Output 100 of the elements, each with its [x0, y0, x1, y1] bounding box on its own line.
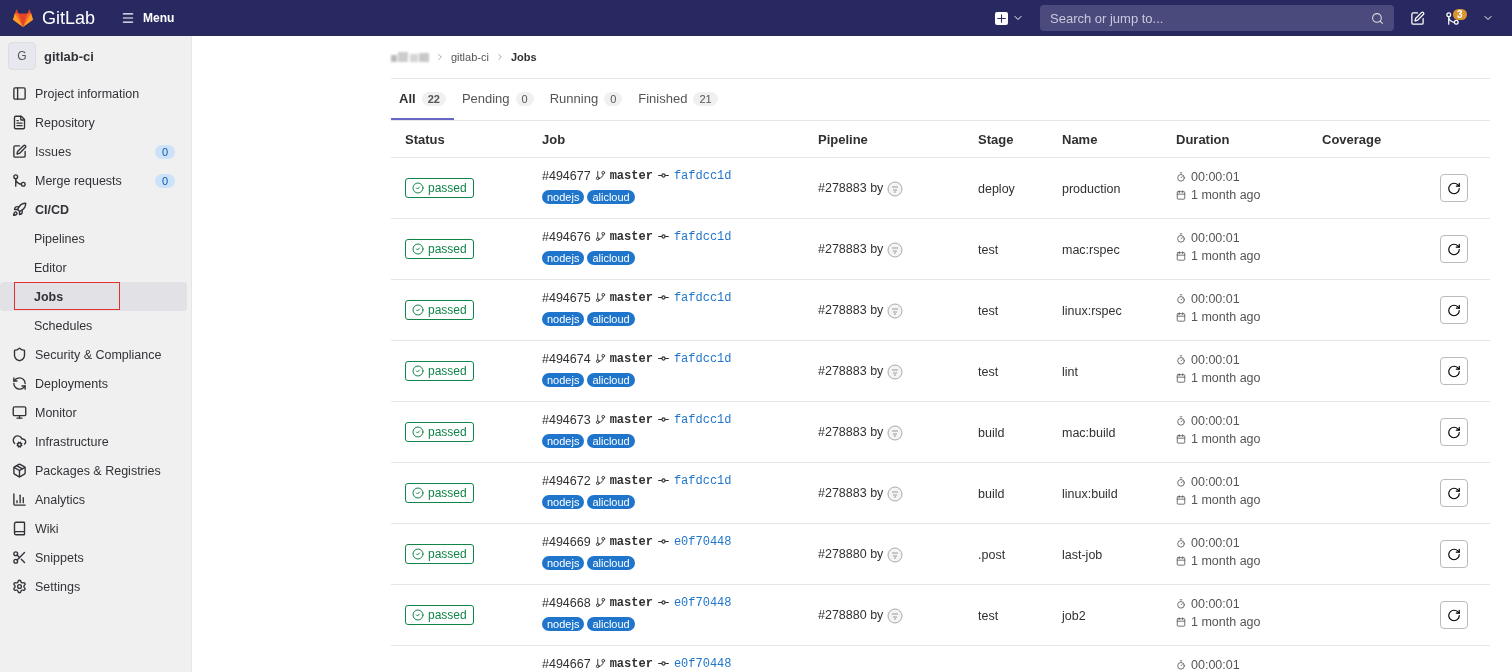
commit-link[interactable]: e0f70448 — [673, 595, 732, 610]
branch-name[interactable]: master — [609, 229, 653, 244]
branch-name[interactable]: master — [609, 534, 653, 549]
status-badge: passed — [405, 544, 474, 564]
job-link[interactable]: #494667 — [542, 656, 591, 671]
sidebar-item[interactable]: Infrastructure — [0, 427, 187, 456]
job-link[interactable]: #494668 — [542, 595, 591, 610]
sidebar-item[interactable]: Editor — [0, 253, 187, 282]
calendar-icon — [1176, 190, 1186, 200]
timer-icon — [1176, 294, 1186, 304]
job-link[interactable]: #494669 — [542, 534, 591, 549]
branch-icon — [594, 597, 606, 608]
tab[interactable]: Running 0 — [541, 79, 631, 120]
pipeline-link[interactable]: #278883 by — [818, 364, 884, 379]
job-link[interactable]: #494673 — [542, 412, 591, 427]
sidebar-item[interactable]: Settings — [0, 572, 187, 601]
status-badge: passed — [405, 483, 474, 503]
sidebar-item[interactable]: Wiki — [0, 514, 187, 543]
pipeline-link[interactable]: #278883 by — [818, 486, 884, 501]
blurred-group-icon — [391, 52, 429, 62]
sidebar-item[interactable]: Snippets — [0, 543, 187, 572]
job-link[interactable]: #494676 — [542, 229, 591, 244]
tab[interactable]: Finished 21 — [630, 79, 726, 120]
tag-badge: nodejs — [542, 189, 585, 204]
job-link[interactable]: #494674 — [542, 351, 591, 366]
chevron-icon — [435, 52, 445, 62]
job-link[interactable]: #494677 — [542, 168, 591, 183]
sidebar-item[interactable]: Issues 0 — [0, 137, 187, 166]
retry-button[interactable] — [1440, 174, 1468, 202]
stage-text: test — [978, 304, 999, 318]
commit-link[interactable]: e0f70448 — [673, 656, 732, 671]
branch-name[interactable]: master — [609, 351, 653, 366]
duration-text: 00:00:01 — [1191, 536, 1240, 550]
pipeline-link[interactable]: #278883 by — [818, 181, 884, 196]
pipeline-link[interactable]: #278880 by — [818, 547, 884, 562]
retry-button[interactable] — [1440, 540, 1468, 568]
brand-name[interactable]: GitLab — [42, 7, 96, 29]
commit-link[interactable]: e0f70448 — [673, 534, 732, 549]
commit-link[interactable]: fafdcc1d — [673, 229, 732, 244]
pipeline-link[interactable]: #278883 by — [818, 242, 884, 257]
user-avatar-icon — [887, 424, 904, 441]
branch-name[interactable]: master — [609, 168, 653, 183]
sidebar-item[interactable]: Pipelines — [0, 224, 187, 253]
menu-button[interactable]: Menu — [121, 11, 175, 25]
stage-text: build — [978, 487, 1005, 501]
job-name: last-job — [1062, 548, 1103, 562]
branch-name[interactable]: master — [609, 656, 653, 671]
job-name: mac:rspec — [1062, 243, 1120, 257]
bar-chart-icon — [12, 492, 27, 507]
tab[interactable]: Pending 0 — [453, 79, 542, 120]
stage-text: test — [978, 243, 999, 257]
cloud-icon — [12, 434, 27, 449]
pipeline-link[interactable]: #278880 by — [818, 608, 884, 623]
sidebar-item[interactable]: Monitor — [0, 398, 187, 427]
sidebar-item[interactable]: Analytics — [0, 485, 187, 514]
retry-button[interactable] — [1440, 479, 1468, 507]
sidebar-item[interactable]: Schedules — [0, 311, 187, 340]
commit-link[interactable]: fafdcc1d — [673, 168, 732, 183]
pipeline-link[interactable]: #278883 by — [818, 425, 884, 440]
sidebar-item[interactable]: Security & Compliance — [0, 340, 187, 369]
search-field[interactable]: Search or jump to... — [1040, 5, 1394, 31]
retry-button[interactable] — [1440, 235, 1468, 263]
job-link[interactable]: #494675 — [542, 290, 591, 305]
breadcrumb-link[interactable]: Jobs — [510, 51, 537, 63]
branch-name[interactable]: master — [609, 473, 653, 488]
retry-button[interactable] — [1440, 296, 1468, 324]
job-name: lint — [1062, 365, 1078, 379]
project-name[interactable]: gitlab-ci — [44, 48, 94, 64]
branch-name[interactable]: master — [609, 412, 653, 427]
calendar-icon — [1176, 373, 1186, 383]
retry-button[interactable] — [1440, 418, 1468, 446]
duration-text: 00:00:01 — [1191, 475, 1240, 489]
settings-icon — [12, 579, 27, 594]
user-avatar-icon — [887, 241, 904, 258]
sidebar-item[interactable]: Repository — [0, 108, 187, 137]
sidebar-item[interactable]: Deployments — [0, 369, 187, 398]
branch-name[interactable]: master — [609, 290, 653, 305]
job-link[interactable]: #494672 — [542, 473, 591, 488]
tag-badge: nodejs — [542, 555, 585, 570]
duration-text: 00:00:01 — [1191, 292, 1240, 306]
retry-button[interactable] — [1440, 357, 1468, 385]
sidebar-item[interactable]: CI/CD — [0, 195, 187, 224]
branch-name[interactable]: master — [609, 595, 653, 610]
commit-link[interactable]: fafdcc1d — [673, 412, 732, 427]
sidebar-item[interactable]: Project information — [0, 79, 187, 108]
sidebar-item[interactable]: Merge requests 0 — [0, 166, 187, 195]
commit-link[interactable]: fafdcc1d — [673, 290, 732, 305]
check-circle-icon — [412, 609, 424, 621]
retry-button[interactable] — [1440, 601, 1468, 629]
commit-link[interactable]: fafdcc1d — [673, 473, 732, 488]
tab[interactable]: All 22 — [391, 79, 454, 120]
stage-text: .post — [978, 548, 1006, 562]
commit-link[interactable]: fafdcc1d — [673, 351, 732, 366]
check-circle-icon — [412, 243, 424, 255]
sidebar-item[interactable]: Packages & Registries — [0, 456, 187, 485]
sidebar-item[interactable]: Jobs — [0, 282, 187, 311]
breadcrumb-link[interactable]: gitlab-ci — [451, 51, 489, 63]
pipeline-link[interactable]: #278883 by — [818, 303, 884, 318]
column-header: Pipeline — [818, 131, 869, 147]
note-icon — [12, 144, 27, 159]
